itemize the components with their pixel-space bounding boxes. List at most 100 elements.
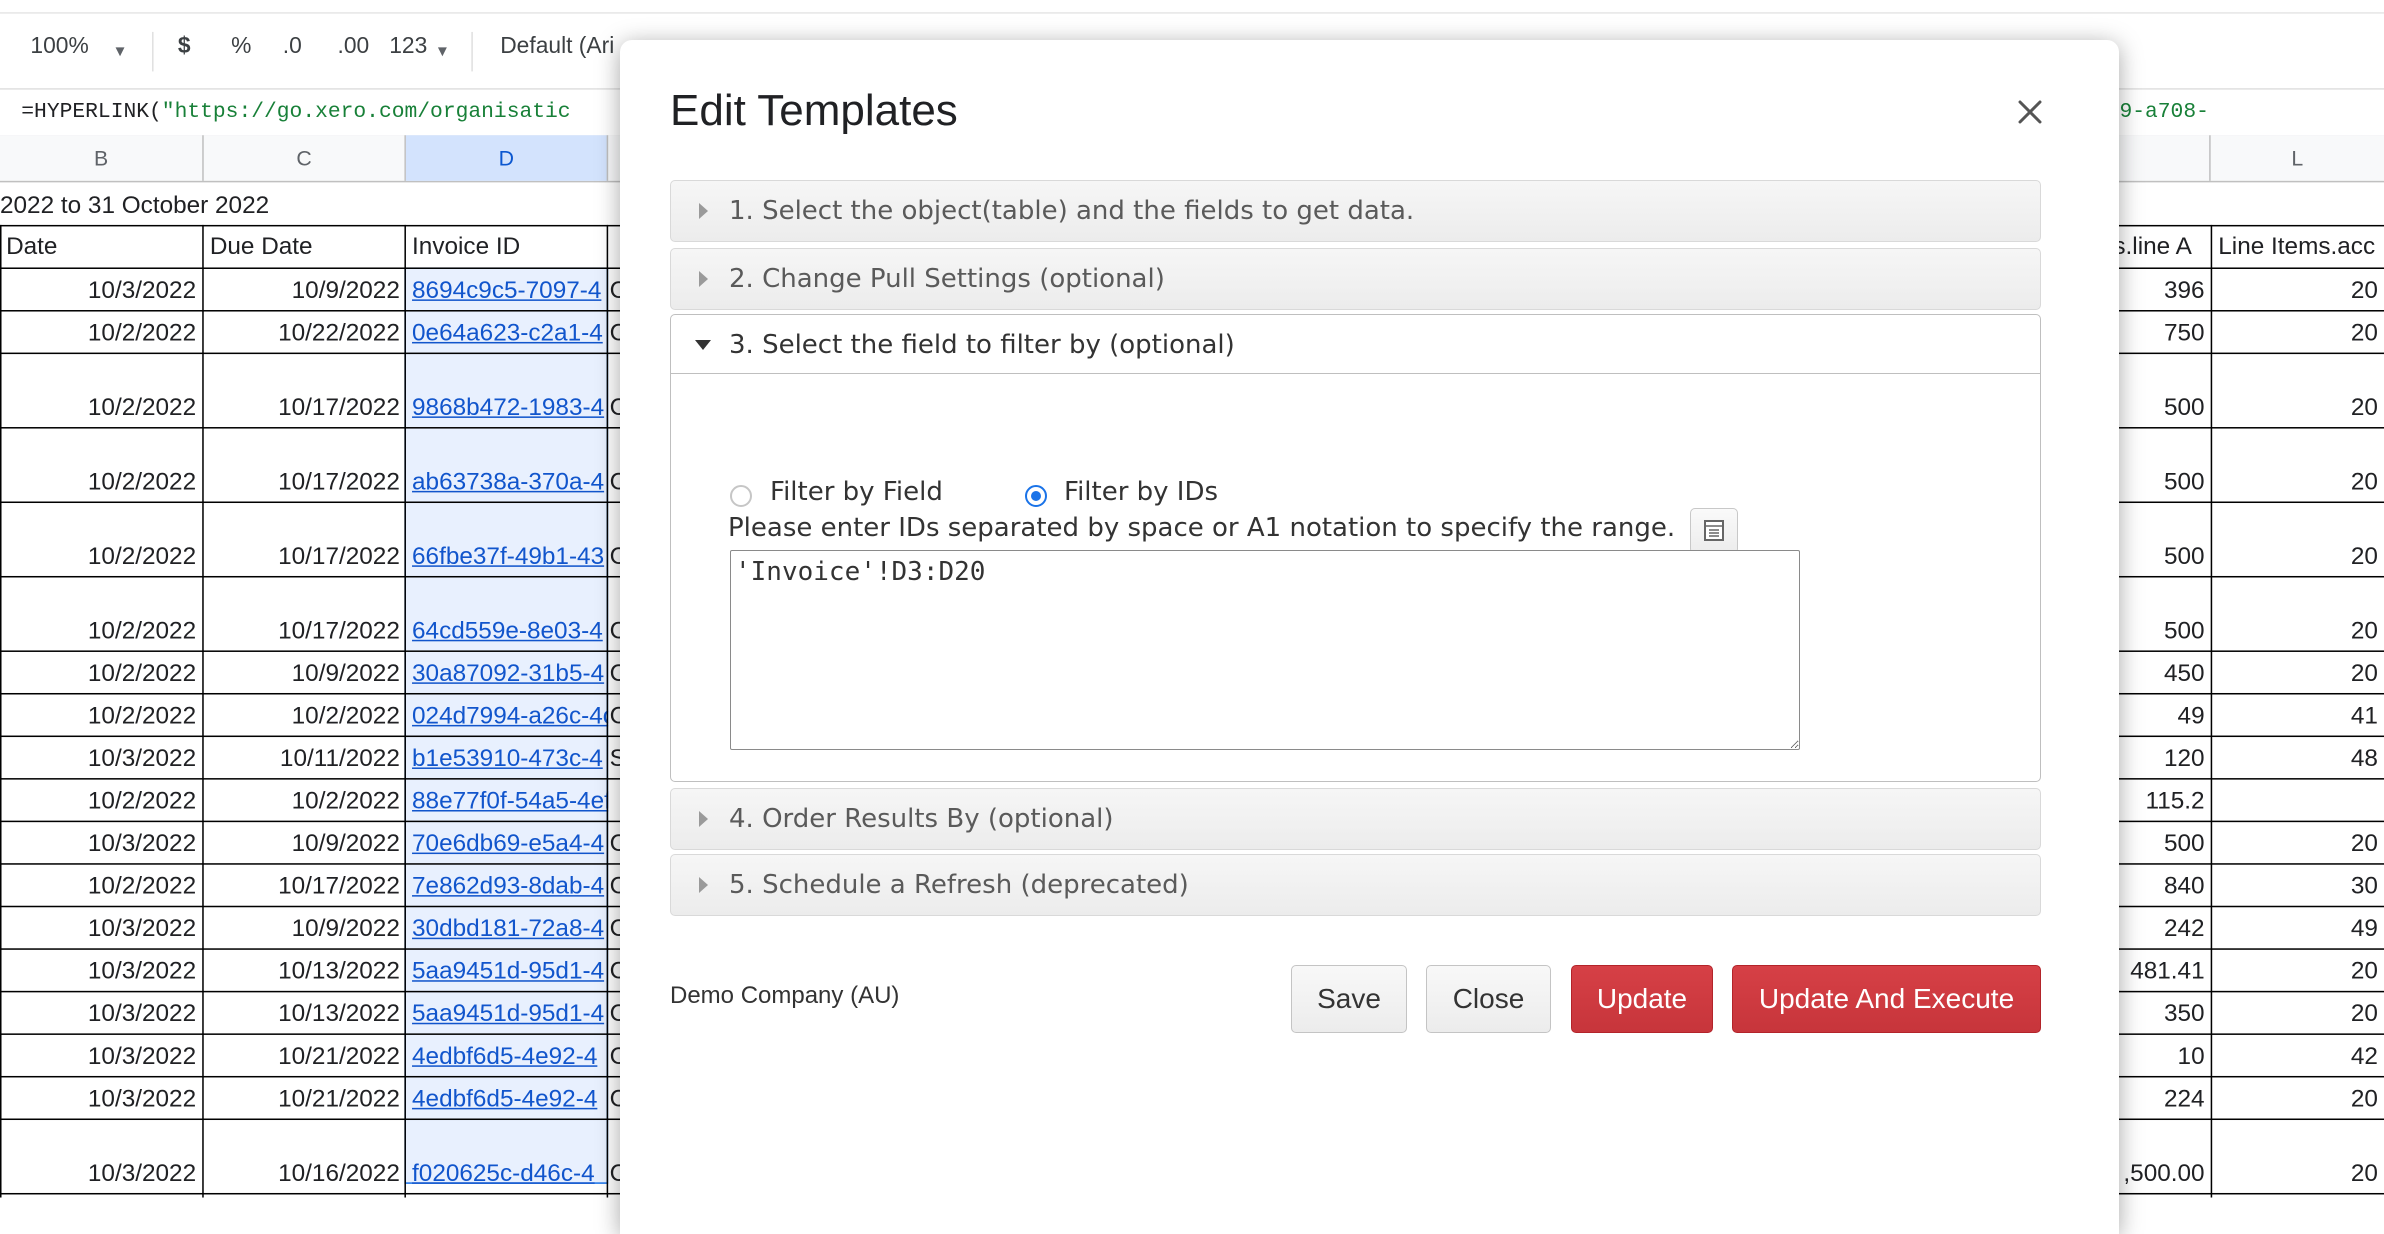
line-account-cell[interactable]: 20 bbox=[2212, 1000, 2384, 1030]
date-cell[interactable]: 10/2/2022 bbox=[0, 468, 202, 498]
invoice-id-link[interactable]: 70e6db69-e5a4-4 bbox=[406, 830, 608, 860]
line-account-cell[interactable]: 20 bbox=[2212, 319, 2384, 349]
due-date-cell[interactable]: 10/17/2022 bbox=[204, 872, 406, 902]
filter-by-field-label[interactable]: Filter by Field bbox=[770, 477, 943, 507]
column-header-d[interactable]: D bbox=[405, 135, 609, 181]
date-cell[interactable]: 10/3/2022 bbox=[0, 1160, 202, 1190]
due-date-cell[interactable]: 10/9/2022 bbox=[204, 830, 406, 860]
invoice-id-link[interactable]: 9868b472-1983-4 bbox=[406, 394, 608, 424]
filter-by-field-radio[interactable] bbox=[730, 485, 752, 507]
report-title-cell[interactable]: 2022 to 31 October 2022 bbox=[0, 188, 404, 224]
section-schedule-refresh[interactable]: 5. Schedule a Refresh (deprecated) bbox=[670, 854, 2041, 916]
line-account-cell[interactable]: 20 bbox=[2212, 394, 2384, 424]
header-line-account[interactable]: Line Items.acc bbox=[2212, 228, 2384, 268]
invoice-id-link[interactable]: 5aa9451d-95d1-4 bbox=[406, 957, 608, 987]
line-account-cell[interactable]: 20 bbox=[2212, 1160, 2384, 1190]
due-date-cell[interactable]: 10/13/2022 bbox=[204, 1000, 406, 1030]
date-cell[interactable]: 10/2/2022 bbox=[0, 702, 202, 732]
zoom-select[interactable]: 100% bbox=[30, 33, 88, 59]
header-due-date[interactable]: Due Date bbox=[204, 228, 406, 268]
header-invoice-id[interactable]: Invoice ID bbox=[406, 228, 608, 268]
line-account-cell[interactable]: 49 bbox=[2212, 915, 2384, 945]
column-header-l[interactable]: L bbox=[2211, 135, 2384, 181]
due-date-cell[interactable]: 10/9/2022 bbox=[204, 277, 406, 307]
due-date-cell[interactable]: 10/17/2022 bbox=[204, 468, 406, 498]
invoice-id-link[interactable]: 66fbe37f-49b1-43 bbox=[406, 543, 608, 573]
invoice-id-link[interactable]: f020625c-d46c-4 bbox=[406, 1160, 608, 1190]
date-cell[interactable]: 10/2/2022 bbox=[0, 660, 202, 690]
invoice-id-link[interactable]: 30dbd181-72a8-4 bbox=[406, 915, 608, 945]
header-line-amount[interactable]: s.line A bbox=[2113, 228, 2210, 268]
close-icon[interactable] bbox=[2010, 92, 2050, 132]
line-account-cell[interactable]: 42 bbox=[2212, 1043, 2384, 1073]
date-cell[interactable]: 10/2/2022 bbox=[0, 543, 202, 573]
percent-format-button[interactable]: % bbox=[231, 33, 251, 59]
more-formats-button[interactable]: 123 bbox=[389, 33, 427, 59]
invoice-id-link[interactable]: 5aa9451d-95d1-4 bbox=[406, 1000, 608, 1030]
invoice-id-link[interactable]: ab63738a-370a-4 bbox=[406, 468, 608, 498]
due-date-cell[interactable]: 10/13/2022 bbox=[204, 957, 406, 987]
due-date-cell[interactable]: 10/17/2022 bbox=[204, 394, 406, 424]
due-date-cell[interactable]: 10/21/2022 bbox=[204, 1043, 406, 1073]
invoice-id-link[interactable]: b1e53910-473c-4 bbox=[406, 745, 608, 775]
save-button[interactable]: Save bbox=[1291, 965, 1407, 1033]
due-date-cell[interactable]: 10/2/2022 bbox=[204, 787, 406, 817]
range-select-button[interactable] bbox=[1690, 508, 1738, 554]
date-cell[interactable]: 10/3/2022 bbox=[0, 277, 202, 307]
due-date-cell[interactable]: 10/2/2022 bbox=[204, 702, 406, 732]
due-date-cell[interactable]: 10/17/2022 bbox=[204, 543, 406, 573]
line-account-cell[interactable]: 20 bbox=[2212, 543, 2384, 573]
due-date-cell[interactable]: 10/16/2022 bbox=[204, 1160, 406, 1190]
update-and-execute-button[interactable]: Update And Execute bbox=[1732, 965, 2041, 1033]
section-select-object[interactable]: 1. Select the object(table) and the fiel… bbox=[670, 180, 2041, 242]
date-cell[interactable]: 10/2/2022 bbox=[0, 872, 202, 902]
date-cell[interactable]: 10/3/2022 bbox=[0, 830, 202, 860]
line-account-cell[interactable]: 20 bbox=[2212, 957, 2384, 987]
date-cell[interactable]: 10/2/2022 bbox=[0, 617, 202, 647]
invoice-id-link[interactable]: 64cd559e-8e03-4 bbox=[406, 617, 608, 647]
line-account-cell[interactable]: 20 bbox=[2212, 830, 2384, 860]
invoice-id-link[interactable]: 0e64a623-c2a1-4 bbox=[406, 319, 608, 349]
date-cell[interactable]: 10/3/2022 bbox=[0, 1043, 202, 1073]
date-cell[interactable]: 10/3/2022 bbox=[0, 1000, 202, 1030]
due-date-cell[interactable]: 10/11/2022 bbox=[204, 745, 406, 775]
currency-format-button[interactable]: $ bbox=[178, 33, 191, 59]
filter-by-ids-radio[interactable] bbox=[1025, 485, 1047, 507]
update-button[interactable]: Update bbox=[1571, 965, 1713, 1033]
section-order-results[interactable]: 4. Order Results By (optional) bbox=[670, 788, 2041, 850]
invoice-id-link[interactable]: 4edbf6d5-4e92-4 bbox=[406, 1085, 608, 1115]
date-cell[interactable]: 10/3/2022 bbox=[0, 745, 202, 775]
close-button[interactable]: Close bbox=[1426, 965, 1551, 1033]
invoice-id-link[interactable]: 024d7994-a26c-4c bbox=[406, 702, 608, 732]
line-account-cell[interactable]: 20 bbox=[2212, 1085, 2384, 1115]
section-header[interactable]: 3. Select the field to filter by (option… bbox=[671, 315, 2040, 374]
increase-decimal-button[interactable]: .00 bbox=[338, 33, 370, 59]
date-cell[interactable]: 10/2/2022 bbox=[0, 787, 202, 817]
invoice-id-link[interactable]: 8694c9c5-7097-4 bbox=[406, 277, 608, 307]
due-date-cell[interactable]: 10/21/2022 bbox=[204, 1085, 406, 1115]
chevron-down-icon[interactable]: ▼ bbox=[113, 44, 128, 61]
date-cell[interactable]: 10/3/2022 bbox=[0, 915, 202, 945]
invoice-id-link[interactable]: 88e77f0f-54a5-4ef bbox=[406, 787, 608, 817]
invoice-id-link[interactable]: 30a87092-31b5-4 bbox=[406, 660, 608, 690]
filter-by-ids-label[interactable]: Filter by IDs bbox=[1064, 477, 1218, 507]
date-cell[interactable]: 10/3/2022 bbox=[0, 1085, 202, 1115]
due-date-cell[interactable]: 10/22/2022 bbox=[204, 319, 406, 349]
line-account-cell[interactable]: 41 bbox=[2212, 702, 2384, 732]
font-select[interactable]: Default (Ari bbox=[500, 33, 614, 59]
line-account-cell[interactable]: 20 bbox=[2212, 277, 2384, 307]
date-cell[interactable]: 10/2/2022 bbox=[0, 319, 202, 349]
section-pull-settings[interactable]: 2. Change Pull Settings (optional) bbox=[670, 248, 2041, 310]
line-account-cell[interactable]: 30 bbox=[2212, 872, 2384, 902]
line-account-cell[interactable] bbox=[2212, 787, 2384, 817]
line-account-cell[interactable]: 20 bbox=[2212, 660, 2384, 690]
column-header-b[interactable]: B bbox=[0, 135, 204, 181]
chevron-down-icon[interactable]: ▼ bbox=[435, 44, 450, 61]
line-account-cell[interactable]: 20 bbox=[2212, 617, 2384, 647]
due-date-cell[interactable]: 10/9/2022 bbox=[204, 660, 406, 690]
due-date-cell[interactable]: 10/17/2022 bbox=[204, 617, 406, 647]
decrease-decimal-button[interactable]: .0 bbox=[283, 33, 302, 59]
date-cell[interactable]: 10/3/2022 bbox=[0, 957, 202, 987]
line-account-cell[interactable]: 20 bbox=[2212, 468, 2384, 498]
column-header-c[interactable]: C bbox=[204, 135, 406, 181]
